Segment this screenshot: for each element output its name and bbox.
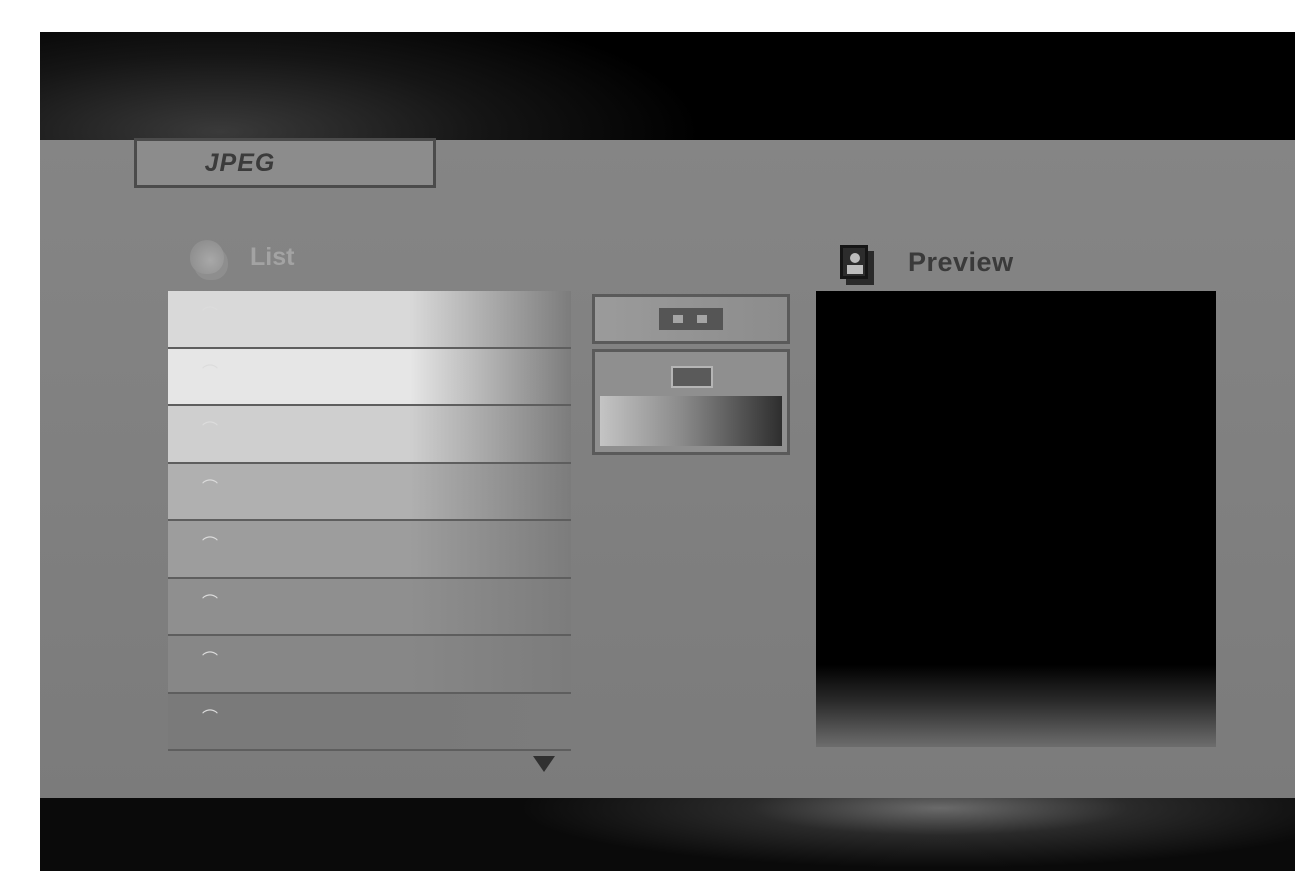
tv-screen: JPEG List ⌒ ⌒ ⌒ ⌒ ⌒ ⌒ ⌒ ⌒ Preview: [40, 32, 1295, 871]
top-band: [40, 32, 1295, 140]
play-button[interactable]: [592, 294, 790, 344]
list-item-icon: ⌒: [202, 594, 219, 612]
bottom-band: [40, 798, 1295, 871]
list-item-icon: ⌒: [202, 422, 219, 439]
preview-header: Preview: [840, 237, 1014, 287]
list-item-icon: ⌒: [202, 479, 219, 497]
list-item[interactable]: ⌒: [168, 291, 571, 349]
slideshow-button[interactable]: [592, 349, 790, 455]
list-item[interactable]: ⌒: [168, 521, 571, 579]
list-item-icon: ⌒: [202, 307, 219, 324]
list-item[interactable]: ⌒: [168, 348, 571, 406]
slideshow-speed-bar[interactable]: [600, 396, 782, 446]
photo-album-icon: [190, 240, 224, 274]
list-item[interactable]: ⌒: [168, 636, 571, 694]
list-item-icon: ⌒: [202, 364, 219, 382]
list-item-icon: ⌒: [202, 652, 219, 669]
list-item-icon: ⌒: [202, 537, 219, 554]
list-item[interactable]: ⌒: [168, 693, 571, 751]
list-header: List: [190, 232, 294, 282]
list-item[interactable]: ⌒: [168, 406, 571, 464]
tab-label: JPEG: [204, 148, 276, 177]
list-item-icon: ⌒: [202, 709, 219, 727]
preview-area: [816, 291, 1216, 747]
list-item[interactable]: ⌒: [168, 578, 571, 636]
slideshow-icon: [671, 366, 713, 388]
arrow-down-icon[interactable]: [533, 756, 555, 772]
list-item[interactable]: ⌒: [168, 463, 571, 521]
tab-jpeg[interactable]: JPEG: [134, 138, 436, 188]
portrait-icon: [840, 245, 868, 279]
preview-title: Preview: [908, 246, 1014, 277]
file-list[interactable]: ⌒ ⌒ ⌒ ⌒ ⌒ ⌒ ⌒ ⌒: [168, 291, 571, 751]
list-title: List: [250, 242, 295, 271]
playback-icon: [659, 308, 723, 330]
